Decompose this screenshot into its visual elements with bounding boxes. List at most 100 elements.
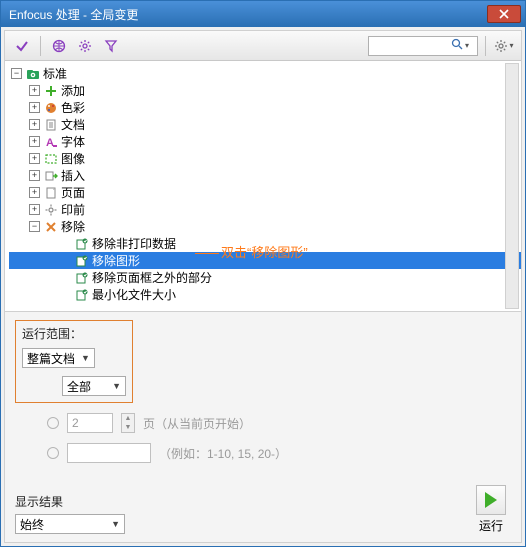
tree-leaf-label: 移除页面框之外的部分 [92, 269, 212, 286]
apply-button[interactable] [11, 35, 33, 57]
doc-icon [44, 118, 58, 132]
xmark-icon [44, 220, 58, 234]
svg-text:A: A [46, 137, 54, 149]
tree-node-insert[interactable]: + 插入 [9, 167, 521, 184]
combo-value: 整篇文档 [27, 350, 75, 367]
action-icon [75, 237, 89, 251]
tree-node-label: 图像 [61, 150, 85, 167]
scope-group: 运行范围： 整篇文档 ▼ 全部 ▼ [15, 320, 133, 403]
pages-input[interactable]: 2 [67, 413, 113, 433]
tree-leaf[interactable]: 移除图形 [9, 252, 521, 269]
tree-leaf[interactable]: 最小化文件大小 [9, 286, 521, 303]
scope-title: 运行范围： [22, 325, 126, 342]
expander-icon[interactable]: + [29, 85, 40, 96]
action-icon [75, 288, 89, 302]
pages-stepper[interactable]: ▲▼ [121, 413, 135, 433]
tree-leaf[interactable]: 移除页面框之外的部分 [9, 269, 521, 286]
close-button[interactable] [487, 5, 521, 23]
radio-range[interactable] [47, 447, 59, 459]
chevron-down-icon: ▼ [112, 381, 121, 391]
tree-node-doc[interactable]: + 文档 [9, 116, 521, 133]
range-row: （例如：1-10, 15, 20-） [15, 443, 511, 463]
expander-icon[interactable]: + [29, 102, 40, 113]
expander-icon[interactable]: + [29, 136, 40, 147]
window-title: Enfocus 处理 - 全局变更 [9, 6, 487, 23]
tree-node-label: 移除 [61, 218, 85, 235]
expander-icon[interactable]: + [29, 119, 40, 130]
search-icon [451, 38, 463, 53]
tree-node-add[interactable]: +添加 [9, 82, 521, 99]
settings-button[interactable] [74, 35, 96, 57]
gear-icon [494, 39, 508, 53]
search-dropdown-icon[interactable]: ▾ [463, 42, 471, 50]
plus-icon [44, 84, 58, 98]
toolbar-divider [40, 36, 41, 56]
pages-suffix: 页（从当前页开始） [143, 415, 251, 432]
scope-doc-combo[interactable]: 整篇文档 ▼ [22, 348, 95, 368]
insert-icon [44, 169, 58, 183]
expander-icon[interactable]: + [29, 153, 40, 164]
action-icon [75, 254, 89, 268]
check-icon [15, 39, 29, 53]
expander-icon[interactable]: + [29, 204, 40, 215]
tree-node-label: 页面 [61, 184, 85, 201]
tree-node-image[interactable]: + 图像 [9, 150, 521, 167]
folder-icon [26, 67, 40, 81]
tree-node-label: 字体 [61, 133, 85, 150]
footer: 显示结果 始终 ▼ 运行 [15, 493, 511, 534]
tree-node-page[interactable]: + 页面 [9, 184, 521, 201]
chevron-down-icon: ▼ [111, 519, 120, 529]
tree-node-label: 色彩 [61, 99, 85, 116]
search-box[interactable]: ▾ [368, 36, 478, 56]
page-icon [44, 186, 58, 200]
funnel-icon [104, 39, 118, 53]
filter-button[interactable] [100, 35, 122, 57]
combo-value: 始终 [20, 516, 44, 533]
expander-icon[interactable]: − [29, 221, 40, 232]
body: ▾ ▾ − 标准 +添加+色彩+文档+A字体+图像+插入+页面+印前−移除 [4, 30, 522, 543]
step-up-icon: ▲ [122, 414, 134, 423]
combo-value: 全部 [67, 378, 91, 395]
chevron-down-icon: ▼ [81, 353, 90, 363]
expander-icon[interactable]: − [11, 68, 22, 79]
run-label: 运行 [471, 517, 511, 534]
action-icon [75, 271, 89, 285]
globe-button[interactable] [48, 35, 70, 57]
result-label: 显示结果 [15, 493, 511, 510]
tree-leaf-label: 移除非打印数据 [92, 235, 176, 252]
pages-row: 2 ▲▼ 页（从当前页开始） [15, 413, 511, 433]
scrollbar[interactable] [505, 63, 519, 309]
toolbar: ▾ ▾ [5, 31, 521, 61]
tree-leaf[interactable]: 移除非打印数据 [9, 235, 521, 252]
tree-node-remove[interactable]: − 移除 [9, 218, 521, 235]
search-input[interactable] [371, 38, 451, 54]
chevron-down-icon: ▾ [509, 41, 513, 50]
tree-root[interactable]: − 标准 [9, 65, 521, 82]
expander-icon[interactable]: + [29, 170, 40, 181]
range-hint: （例如：1-10, 15, 20-） [159, 445, 287, 462]
run-group: 运行 [471, 485, 511, 534]
tree-node-label: 印前 [61, 201, 85, 218]
range-input[interactable] [67, 443, 151, 463]
palette-icon [44, 101, 58, 115]
options-button[interactable]: ▾ [493, 35, 515, 57]
result-combo[interactable]: 始终 ▼ [15, 514, 125, 534]
play-icon [485, 492, 497, 508]
tree-leaf-label: 移除图形 [92, 252, 140, 269]
app-window: Enfocus 处理 - 全局变更 [0, 0, 526, 547]
titlebar: Enfocus 处理 - 全局变更 [1, 1, 525, 27]
radio-pages[interactable] [47, 417, 59, 429]
tree-node-label: 插入 [61, 167, 85, 184]
tree-node-color[interactable]: + 色彩 [9, 99, 521, 116]
globe-icon [52, 39, 66, 53]
toolbar-divider [485, 36, 486, 56]
scope-all-combo[interactable]: 全部 ▼ [62, 376, 126, 396]
gear-icon [44, 203, 58, 217]
run-button[interactable] [476, 485, 506, 515]
tree-node-preprint[interactable]: + 印前 [9, 201, 521, 218]
tree-view[interactable]: − 标准 +添加+色彩+文档+A字体+图像+插入+页面+印前−移除 移除非打印数… [5, 61, 521, 311]
tree-root-label: 标准 [43, 65, 67, 82]
expander-icon[interactable]: + [29, 187, 40, 198]
tree-node-label: 文档 [61, 116, 85, 133]
tree-node-font[interactable]: + A 字体 [9, 133, 521, 150]
